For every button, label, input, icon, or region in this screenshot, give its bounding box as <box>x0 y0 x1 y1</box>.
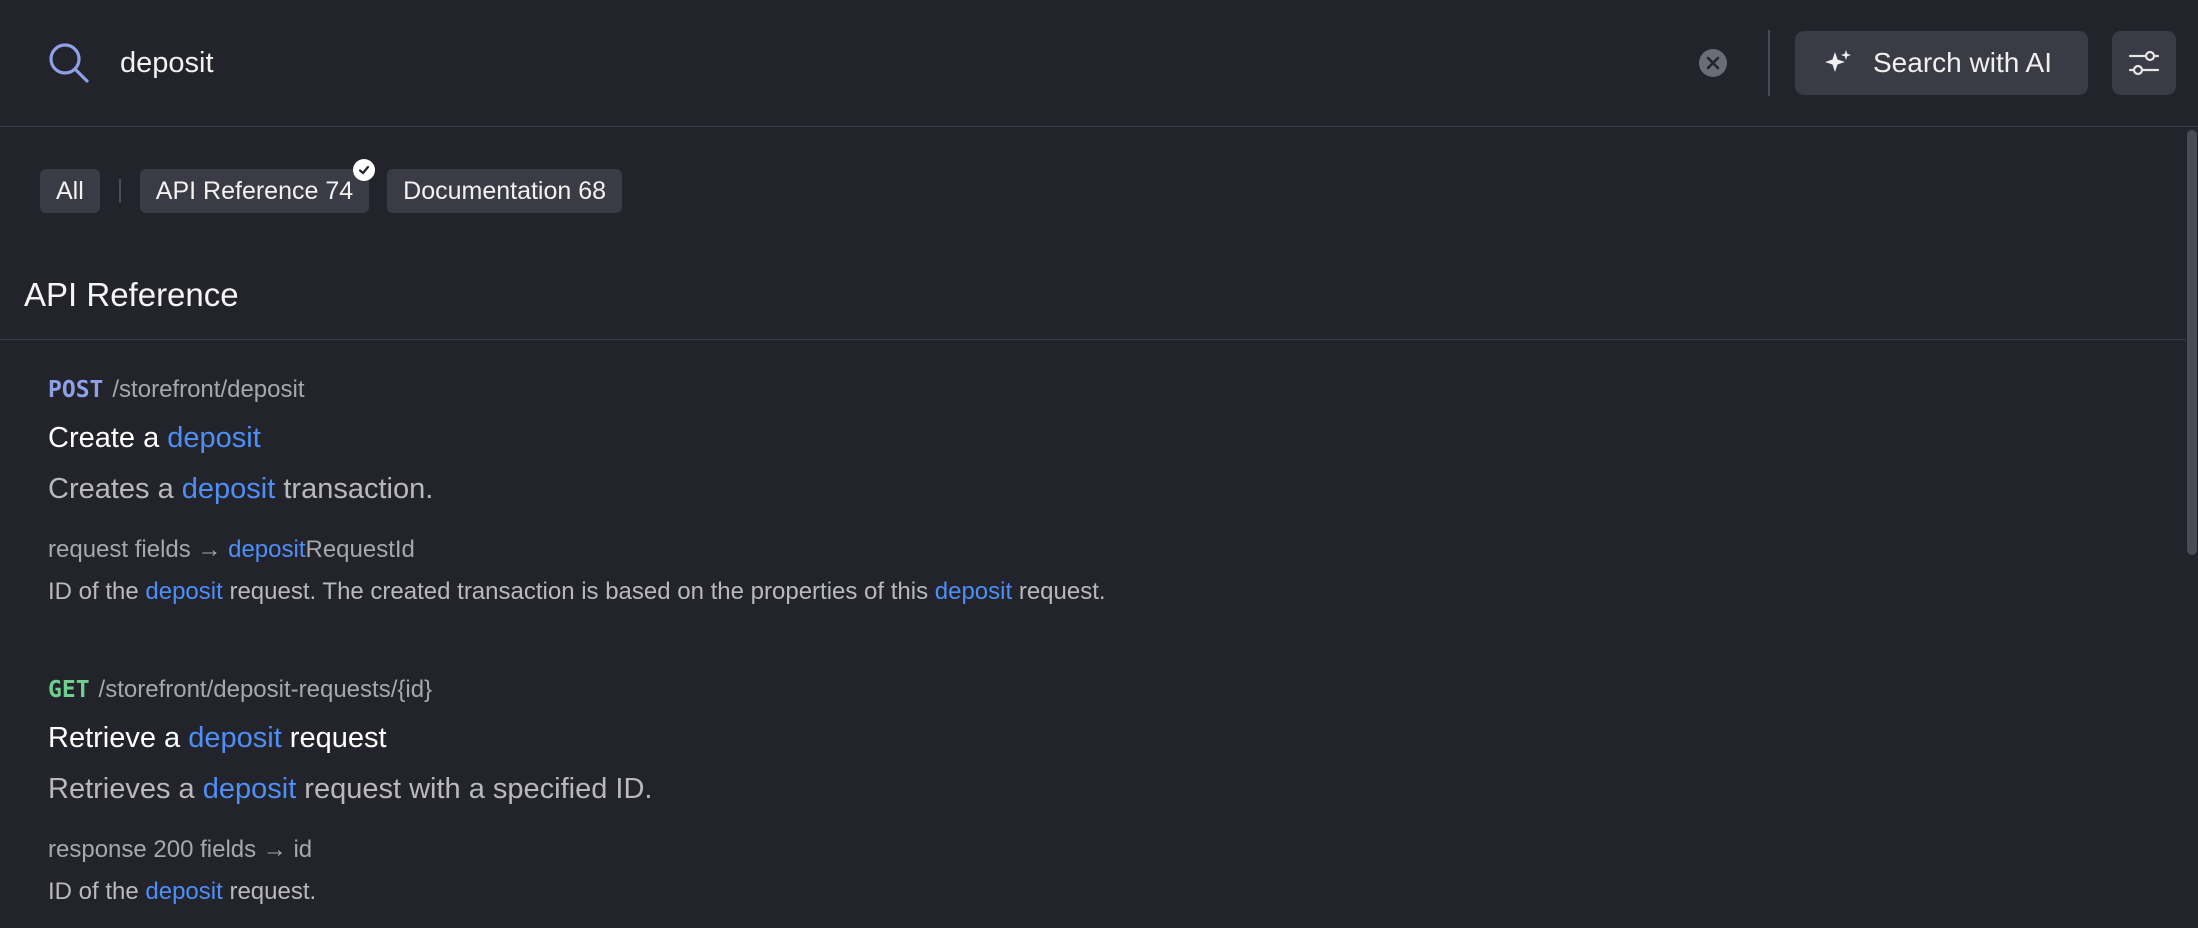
clear-icon <box>1706 56 1720 70</box>
result-field-description: ID of the deposit request. <box>48 878 317 905</box>
result-field-path: request fields → depositRequestId <box>48 536 415 563</box>
filter-divider <box>118 179 121 203</box>
scrollbar-thumb[interactable] <box>2187 130 2197 555</box>
filter-chip-api-reference[interactable]: API Reference 74 <box>139 159 376 213</box>
search-input[interactable] <box>120 40 1660 86</box>
sparkle-icon <box>1825 50 1851 72</box>
search-bar: Search with AI <box>0 0 2198 127</box>
filter-chips: All API Reference 74 Documentation 68 <box>40 159 623 213</box>
result-field-path: response 200 fields → id <box>48 836 313 863</box>
toolbar-divider <box>1768 30 1770 96</box>
check-icon <box>353 159 376 181</box>
search-icon <box>46 40 92 86</box>
result-description: Creates a deposit transaction. <box>48 473 434 505</box>
result-field-description: ID of the deposit request. The created t… <box>48 578 1106 605</box>
endpoint: POST /storefront/deposit <box>48 376 1106 404</box>
result-title: Retrieve a deposit request <box>48 722 387 754</box>
endpoint: GET /storefront/deposit-requests/{id} <box>48 676 652 704</box>
endpoint-path: /storefront/deposit-requests/{id} <box>98 676 433 703</box>
search-with-ai-button[interactable]: Search with AI <box>1795 31 2088 95</box>
method-badge: POST <box>48 377 104 403</box>
section-divider <box>0 339 2186 340</box>
clear-search-button[interactable] <box>1699 49 1727 77</box>
filter-chip-all[interactable]: All <box>40 169 100 213</box>
result-description: Retrieves a deposit request with a speci… <box>48 773 653 805</box>
endpoint-path: /storefront/deposit <box>112 376 305 403</box>
sliders-icon <box>2128 50 2160 76</box>
search-settings-button[interactable] <box>2112 31 2176 95</box>
filter-chip-api-reference-label: API Reference 74 <box>155 176 354 205</box>
search-with-ai-label: Search with AI <box>1873 47 2052 78</box>
result-title: Create a deposit <box>48 422 261 454</box>
method-badge: GET <box>48 677 90 703</box>
result-item[interactable]: GET /storefront/deposit-requests/{id} Re… <box>48 676 652 906</box>
filter-chip-documentation[interactable]: Documentation 68 <box>387 169 623 213</box>
result-item[interactable]: POST /storefront/deposit Create a deposi… <box>48 376 1106 606</box>
section-title: API Reference <box>24 276 239 313</box>
